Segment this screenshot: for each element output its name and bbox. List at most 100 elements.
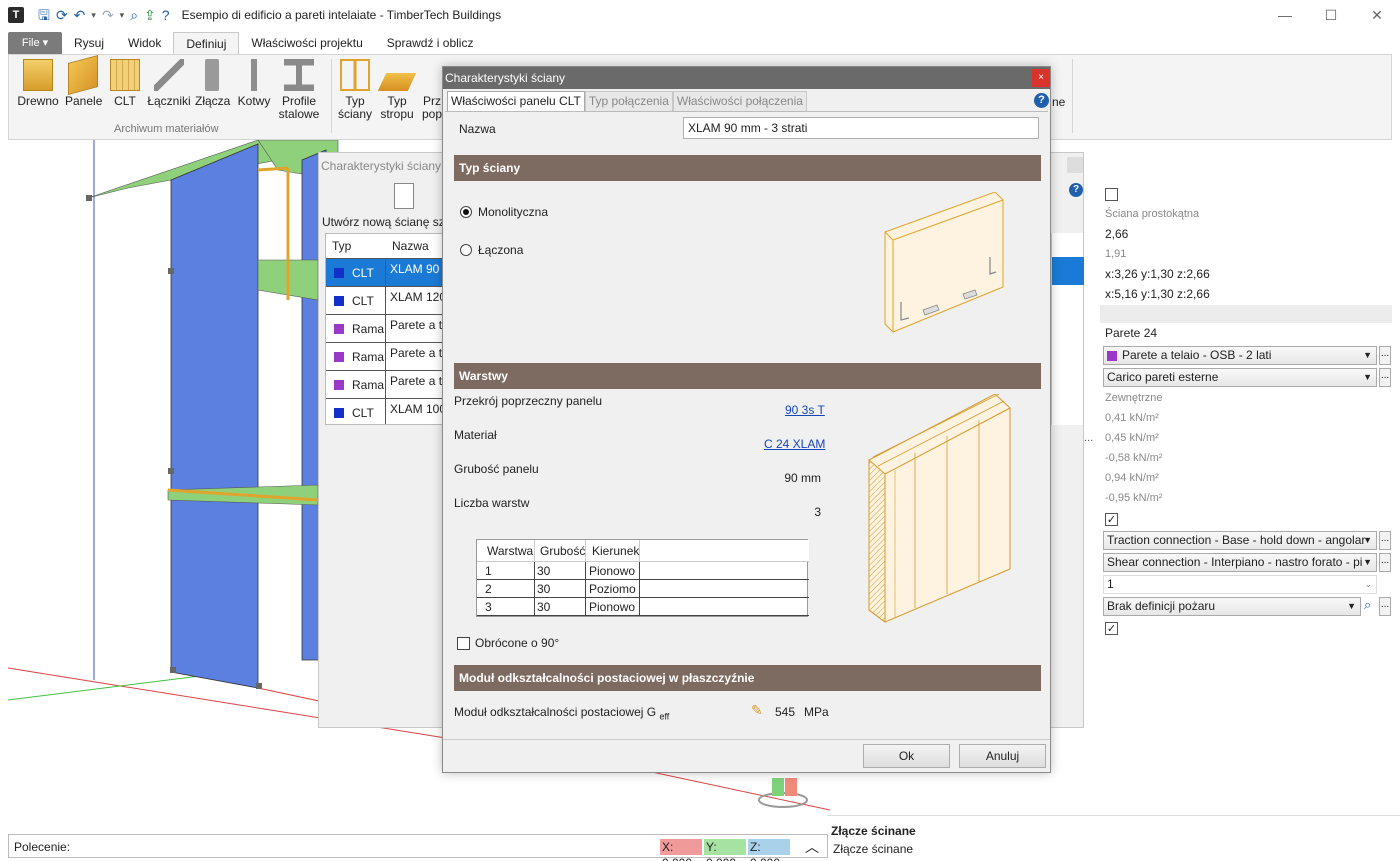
orientation-cube-green[interactable] — [772, 778, 784, 796]
ribbon-button-typ-stropu[interactable]: Typ stropu — [377, 59, 417, 121]
shear-modulus-value[interactable]: 545 — [775, 705, 795, 719]
ribbon-button-laczniki[interactable]: Łączniki — [147, 59, 191, 108]
ribbon-button-typ-sciany[interactable]: Typ ściany — [337, 59, 373, 121]
ribbon-button-clt[interactable]: CLT — [109, 59, 141, 108]
redo-dropdown-icon[interactable]: ▾ — [120, 7, 125, 23]
combined-label[interactable]: Łączona — [478, 243, 523, 257]
chevron-up-icon[interactable]: ︿ — [805, 837, 819, 857]
cancel-button[interactable]: Anuluj — [959, 744, 1046, 768]
shear-more-button[interactable]: ... — [1379, 553, 1391, 572]
close-window-button[interactable]: ✕ — [1354, 0, 1400, 30]
table-row[interactable]: CLT XLAM 100 — [326, 398, 444, 424]
tab-rysuj[interactable]: Rysuj — [62, 32, 116, 54]
table-row[interactable]: CLT XLAM 120 — [326, 286, 444, 315]
wall-type-cell: CLT — [352, 294, 374, 308]
ok-button[interactable]: Ok — [863, 744, 950, 768]
redo-icon[interactable]: ↷ — [102, 7, 114, 23]
tab-connection-type[interactable]: Typ połączenia — [584, 91, 673, 111]
tab-sprawdz-i-oblicz[interactable]: Sprawdź i oblicz — [375, 32, 486, 54]
table-row[interactable]: Rama Parete a te — [326, 314, 444, 343]
wall-characteristics-dialog: Charakterystyki ściany × Właściwości pan… — [442, 66, 1051, 773]
background-dialog-close-button[interactable] — [1067, 157, 1083, 173]
property-checkbox[interactable] — [1105, 622, 1118, 636]
column-divider — [585, 562, 586, 580]
property-value[interactable]: 2,66 — [1100, 224, 1392, 244]
ribbon-button-zlacza[interactable]: Złącza — [195, 59, 230, 108]
wall-type-cell: CLT — [352, 266, 374, 280]
column-header[interactable]: Grubość — [540, 544, 585, 558]
table-row[interactable]: CLT XLAM 90 n — [326, 258, 444, 287]
column-header[interactable]: Nazwa — [392, 234, 429, 258]
search-icon[interactable]: ⌕ — [1364, 597, 1371, 613]
monolithic-label[interactable]: Monolityczna — [478, 205, 548, 219]
tab-wlasciwosci-projektu[interactable]: Właściwości projektu — [239, 32, 374, 54]
undo-icon[interactable]: ↶ — [74, 7, 86, 23]
load-more-button[interactable]: ... — [1379, 368, 1391, 387]
column-divider — [585, 540, 586, 562]
combined-radio[interactable] — [460, 244, 472, 256]
file-menu-button[interactable]: File ▾ — [8, 32, 62, 54]
property-checkbox[interactable] — [1105, 188, 1118, 202]
shear-connection-select[interactable]: Shear connection - Interpiano - nastro f… — [1103, 553, 1377, 572]
dialog-title: Charakterystyki ściany — [443, 67, 1050, 89]
ribbon-button-partial[interactable]: Prz pop — [421, 59, 443, 121]
load-select[interactable]: Carico pareti esterne ▼ — [1103, 368, 1377, 387]
select-value: Brak definicji pożaru — [1107, 599, 1216, 613]
tab-widok[interactable]: Widok — [116, 32, 173, 54]
ribbon-button-profile-stalowe[interactable]: Profile stalowe — [277, 59, 321, 121]
pencil-icon[interactable]: ✎ — [751, 702, 763, 719]
maximize-button[interactable]: ☐ — [1308, 0, 1354, 30]
refresh-icon[interactable]: ⟳ — [56, 7, 68, 23]
orientation-cube-red[interactable] — [785, 778, 797, 796]
minimize-button[interactable]: — — [1262, 0, 1308, 30]
color-swatch — [334, 408, 344, 418]
table-row[interactable]: Rama Parete a te — [326, 370, 444, 399]
wall-name[interactable]: Parete 24 — [1100, 323, 1392, 343]
name-input[interactable]: XLAM 90 mm - 3 strati — [683, 117, 1039, 139]
table-row[interactable]: Rama Parete a te — [326, 342, 444, 371]
column-header[interactable]: Kierunek — [592, 544, 639, 558]
help-icon[interactable]: ? — [1069, 183, 1083, 197]
save-icon[interactable]: 🖫 — [38, 7, 50, 23]
y-coordinate: Y: 0,000 — [704, 839, 746, 861]
fire-more-button[interactable]: ... — [1379, 597, 1391, 616]
export-icon[interactable]: ⇪ — [144, 7, 156, 23]
table-row[interactable]: 3 30 Pionowo — [477, 598, 809, 616]
color-swatch — [334, 380, 344, 390]
column-header[interactable]: Warstwa — [487, 544, 533, 558]
table-row[interactable]: 2 30 Poziomo — [477, 580, 809, 598]
cross-section-link[interactable]: 90 3s T — [785, 403, 825, 417]
material-link[interactable]: C 24 XLAM — [764, 437, 825, 451]
ribbon-button-drewno[interactable]: Drewno — [17, 59, 59, 108]
ribbon-button-panele[interactable]: Panele — [65, 54, 102, 108]
wall-types-table-right-column — [1051, 233, 1084, 425]
fire-definition-select[interactable]: Brak definicji pożaru ▼ — [1103, 597, 1361, 616]
tab-definiuj[interactable]: Definiuj — [173, 32, 240, 54]
material-label: Materiał — [454, 428, 497, 442]
wall-type-more-button[interactable]: ... — [1379, 346, 1391, 365]
ribbon-button-kotwy[interactable]: Kotwy — [237, 59, 271, 108]
traction-connection-select[interactable]: Traction connection - Base - hold down -… — [1103, 531, 1377, 550]
tab-clt-panel-properties[interactable]: Właściwości panelu CLT — [447, 91, 585, 111]
monolithic-wall-illustration — [884, 192, 1004, 333]
new-document-icon[interactable] — [394, 183, 414, 209]
rotated-label[interactable]: Obrócone o 90° — [475, 636, 559, 650]
undo-dropdown-icon[interactable]: ▾ — [91, 7, 96, 23]
zoom-icon[interactable]: ⌕ — [130, 7, 138, 23]
help-icon[interactable]: ? — [1034, 93, 1049, 108]
column-divider — [639, 580, 640, 598]
wall-type-cell: Rama — [352, 322, 385, 336]
tab-connection-properties[interactable]: Właściwości połączenia — [672, 91, 807, 111]
dialog-close-button[interactable]: × — [1032, 69, 1050, 87]
property-checkbox[interactable] — [1105, 513, 1118, 527]
wall-type-select[interactable]: Parete a telaio - OSB - 2 lati ▼ — [1103, 346, 1377, 365]
column-header[interactable]: Typ — [332, 234, 351, 258]
monolithic-radio[interactable] — [460, 206, 472, 218]
traction-more-button[interactable]: ... — [1379, 531, 1391, 550]
rotated-checkbox[interactable] — [457, 637, 470, 650]
help-icon[interactable]: ? — [162, 7, 170, 23]
table-row[interactable]: 1 30 Pionowo — [477, 562, 809, 580]
new-wall-label[interactable]: Utwórz nową ścianę szk — [322, 215, 451, 229]
ribbon-button-label: Typ ściany — [337, 94, 372, 121]
count-select[interactable]: 1 ⌄ — [1103, 575, 1377, 594]
